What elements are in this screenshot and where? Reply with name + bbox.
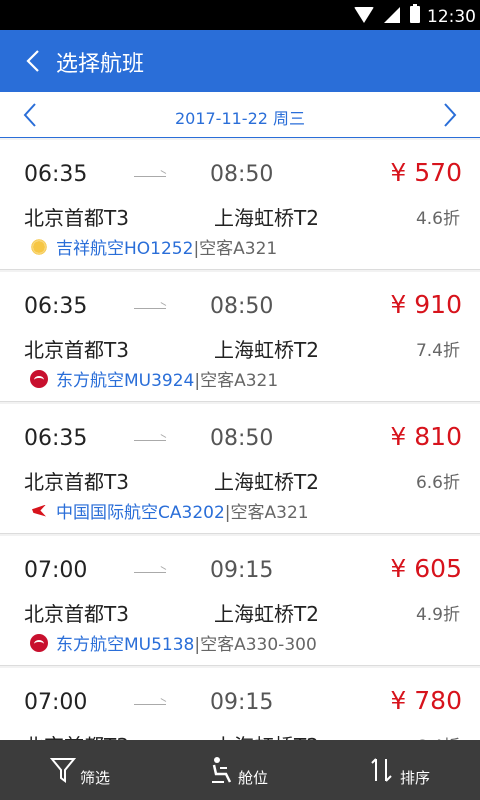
aircraft-type: |空客A330-300 [194,635,317,655]
departure-time: 07:00 [24,558,88,583]
signal-icon [384,6,400,23]
price: ¥ 910 [390,290,462,319]
page-title: 选择航班 [56,52,145,77]
arrival-time: 08:50 [210,294,274,319]
bottom-toolbar: 筛选 舱位 排序 [0,740,480,800]
airline-flight-number: 吉祥航空HO1252 [56,239,194,259]
departure-time: 06:35 [24,426,88,451]
departure-airport: 北京首都T3 [24,730,129,740]
cabin-button[interactable]: 舱位 [210,740,268,800]
discount: 7.4折 [415,341,460,361]
air-china-logo-icon [30,502,48,520]
arrival-airport: 上海虹桥T2 [214,730,319,740]
departure-airport: 北京首都T3 [24,206,129,230]
discount: 4.9折 [415,605,460,625]
aircraft-type: |空客A321 [194,371,279,391]
aircraft-type: |空客A321 [193,239,278,259]
china-eastern-logo-icon [30,369,48,388]
next-day-chevron-icon[interactable] [434,100,464,130]
china-eastern-logo-icon [30,633,48,652]
status-bar: 12:30 [0,0,480,30]
filter-icon [50,758,76,783]
flight-card[interactable]: 07:00 09:15 ¥ 780 北京首都T3 上海虹桥T2 6.4折 [0,668,480,740]
right-arrow-icon [134,440,166,441]
discount: 4.6折 [415,209,460,229]
arrival-time: 08:50 [210,162,274,187]
airline-flight-number: 东方航空MU3924 [56,371,195,391]
departure-time: 06:35 [24,162,88,187]
arrival-airport: 上海虹桥T2 [214,470,319,494]
airline-flight-number: 东方航空MU5138 [56,635,195,655]
departure-time: 07:00 [24,690,88,715]
flight-card[interactable]: 06:35 08:50 ¥ 810 北京首都T3 上海虹桥T2 6.6折 中国国… [0,404,480,534]
right-arrow-icon [134,176,166,177]
departure-airport: 北京首都T3 [24,602,129,626]
arrival-airport: 上海虹桥T2 [214,338,319,362]
sort-icon [371,758,392,782]
arrival-time: 09:15 [210,558,274,583]
discount: 6.4折 [416,732,460,740]
status-time: 12:30 [427,7,476,27]
cabin-label: 舱位 [238,768,269,787]
flight-list: 06:35 08:50 ¥ 570 北京首都T3 上海虹桥T2 4.6折 吉祥航… [0,140,480,740]
departure-time: 06:35 [24,294,88,319]
filter-button[interactable]: 筛选 [50,740,110,800]
flight-card[interactable]: 06:35 08:50 ¥ 570 北京首都T3 上海虹桥T2 4.6折 吉祥航… [0,140,480,270]
price: ¥ 810 [390,422,462,451]
arrival-airport: 上海虹桥T2 [214,206,319,230]
discount: 6.6折 [415,473,460,493]
seat-icon [212,757,232,783]
battery-icon [410,4,420,23]
airline-info: 东方航空MU5138 |空客A330-300 [30,630,317,655]
departure-airport: 北京首都T3 [24,338,129,362]
juneyao-logo-icon [30,237,48,256]
arrival-time: 08:50 [210,426,274,451]
price: ¥ 605 [390,554,462,583]
airline-info: 中国国际航空CA3202 |空客A321 [30,498,309,523]
selected-date[interactable]: 2017-11-22 周三 [0,105,480,129]
right-arrow-icon [134,308,166,309]
sort-label: 排序 [400,768,431,787]
right-arrow-icon [134,704,166,705]
flight-card[interactable]: 07:00 09:15 ¥ 605 北京首都T3 上海虹桥T2 4.9折 东方航… [0,536,480,666]
price: ¥ 780 [390,686,462,715]
sort-button[interactable]: 排序 [370,740,430,800]
departure-airport: 北京首都T3 [24,470,129,494]
right-arrow-icon [134,572,166,573]
arrival-airport: 上海虹桥T2 [214,602,319,626]
arrival-time: 09:15 [210,690,274,715]
airline-info: 吉祥航空HO1252 |空客A321 [30,234,277,259]
back-arrow-icon[interactable] [22,48,48,74]
wifi-icon [354,6,374,23]
flight-card[interactable]: 06:35 08:50 ¥ 910 北京首都T3 上海虹桥T2 7.4折 东方航… [0,272,480,402]
airline-flight-number: 中国国际航空CA3202 [56,503,225,523]
app-bar: 选择航班 [0,30,480,92]
date-selector: 2017-11-22 周三 [0,92,480,138]
price: ¥ 570 [390,158,462,187]
airline-info: 东方航空MU3924 |空客A321 [30,366,278,391]
aircraft-type: |空客A321 [224,503,309,523]
filter-label: 筛选 [80,768,111,787]
